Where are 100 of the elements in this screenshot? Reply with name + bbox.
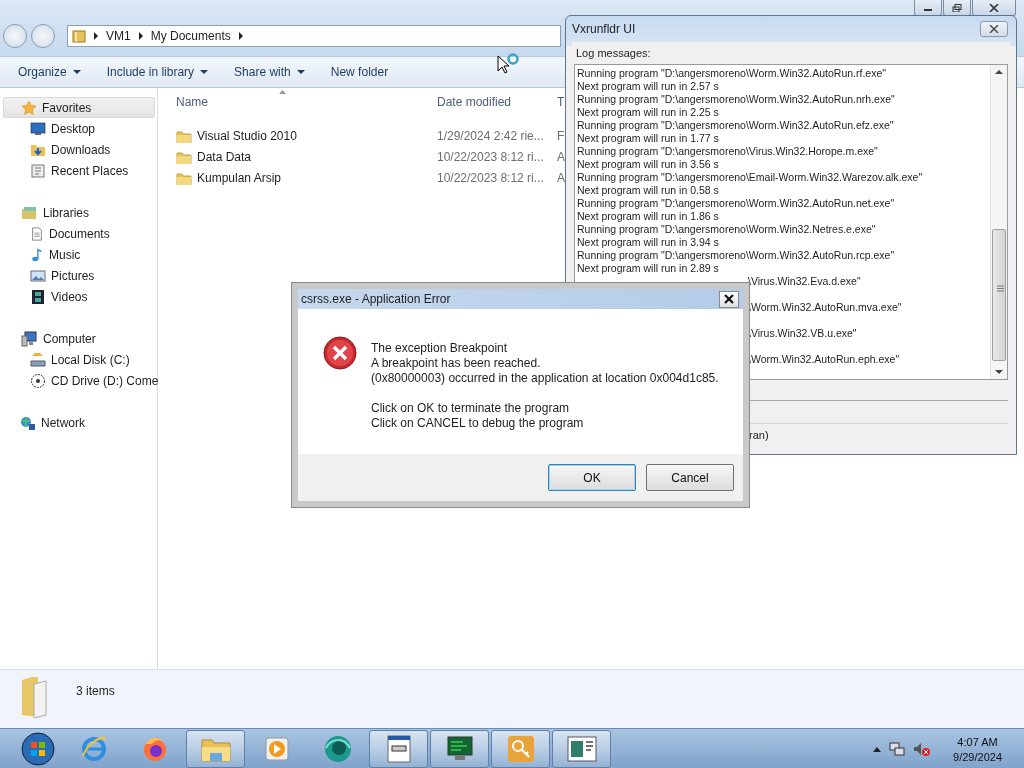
sidebar-item[interactable]: Music: [3, 244, 157, 265]
file-name: Visual Studio 2010: [197, 128, 297, 143]
sidebar-item[interactable]: Local Disk (C:): [3, 349, 157, 370]
breadcrumb[interactable]: My Documents: [150, 29, 231, 43]
toolbar-button[interactable]: New folder: [320, 61, 399, 83]
log-line: \Worm.Win32.AutoRun.mva.exe": [747, 301, 903, 314]
folder-icon: [176, 128, 192, 143]
date-cell: 10/22/2023 8:12 ri...: [437, 170, 544, 185]
log-line: Running program "D:\angersmoreno\Worm.Win32.AutoRun.efz.exe": [577, 119, 895, 132]
address-bar[interactable]: VM1 My Documents: [67, 25, 561, 47]
taskbar-button[interactable]: [430, 730, 489, 768]
table-cell: A: [557, 170, 565, 185]
recent-places-icon: [30, 162, 46, 179]
start-orb-icon: [20, 731, 56, 767]
date-cell: 1/29/2024 2:42 rie...: [437, 128, 544, 143]
close-icon: [724, 294, 734, 304]
restore-icon: [952, 3, 962, 12]
maximize-button[interactable]: [943, 0, 971, 16]
sidebar-item[interactable]: Recent Places: [3, 160, 157, 181]
log-line: \Worm.Win32.AutoRun.eph.exe": [747, 353, 901, 366]
sidebar-item[interactable]: Desktop: [3, 118, 157, 139]
sidebar-item[interactable]: Documents: [3, 223, 157, 244]
log-line: Running program "D:\angersmoreno\Worm.Win32.AutoRun.nrh.exe": [577, 93, 896, 106]
scrollbar[interactable]: [990, 65, 1007, 379]
taskbar-button[interactable]: [552, 730, 611, 768]
instructions: Click on OK to terminate the program Click on CANCEL to debug the program: [371, 401, 585, 431]
key-icon: [506, 735, 535, 763]
error-icon: [323, 336, 357, 370]
dialog-button[interactable]: OK: [548, 464, 636, 491]
sidebar-item[interactable]: Pictures: [3, 265, 157, 286]
column-header[interactable]: T: [557, 95, 565, 109]
sidebar-item[interactable]: Videos: [3, 286, 157, 307]
chevron-up-icon: [873, 746, 882, 752]
toolbar-button[interactable]: Share with: [224, 61, 315, 83]
toolbar-button[interactable]: Organize: [8, 61, 91, 83]
minimize-button[interactable]: [914, 0, 942, 16]
log-line: Running program "D:\angersmoreno\Worm.Win32.AutoRun.rcp.exe": [577, 249, 896, 262]
log-line: Running program "D:\angersmoreno\Virus.Win32.Horope.m.exe": [577, 145, 879, 158]
folder-icon: [176, 170, 192, 185]
computer-icon: [20, 330, 38, 347]
column-header[interactable]: Name: [176, 95, 208, 109]
disc-icon: [30, 372, 46, 389]
close-button[interactable]: [980, 21, 1008, 37]
picture-icon: [30, 267, 46, 284]
sidebar-item[interactable]: Network: [3, 412, 157, 433]
table-cell: A: [557, 149, 565, 164]
dialog-title: csrss.exe - Application Error: [301, 292, 451, 306]
log-line: Running program "D:\angersmoreno\Worm.Win32.AutoRun.rf.exe": [577, 67, 887, 80]
close-button[interactable]: [972, 0, 1016, 16]
grip-icon: [997, 285, 1004, 292]
back-button[interactable]: [3, 24, 27, 48]
breadcrumb[interactable]: VM1: [106, 29, 131, 43]
sidebar-item[interactable]: Downloads: [3, 139, 157, 160]
close-button[interactable]: [719, 290, 739, 308]
document-window-icon: [385, 735, 412, 763]
forward-button[interactable]: [31, 24, 55, 48]
monitor-icon: [30, 120, 46, 137]
log-line: Next program will run in 0.58 s: [577, 184, 720, 197]
log-line: Next program will run in 3.56 s: [577, 158, 720, 171]
status-text: ran): [749, 429, 769, 441]
clock-time[interactable]: 4:07 AM: [957, 735, 998, 748]
window-title: Vxrunfldr UI: [572, 22, 636, 36]
table-cell: F: [557, 128, 565, 143]
sidebar-item[interactable]: Libraries: [3, 202, 157, 223]
toolbar-button[interactable]: Include in library: [96, 61, 219, 83]
taskbar-button[interactable]: [186, 730, 245, 768]
library-icon: [20, 204, 38, 221]
taskbar-button[interactable]: [369, 730, 428, 768]
file-name: Kumpulan Arsip: [197, 170, 282, 185]
taskbar-button[interactable]: [491, 730, 550, 768]
date-cell: 10/22/2023 8:12 ri...: [437, 149, 544, 164]
log-line: Next program will run in 1.77 s: [577, 132, 720, 145]
sidebar-item[interactable]: Favorites: [3, 97, 155, 118]
log-line: Running program "D:\angersmoreno\Worm.Win32.Netres.e.exe": [577, 223, 877, 236]
folder-icon: [20, 676, 50, 720]
file-name: Data Data: [197, 149, 252, 164]
folder-icon: [72, 29, 86, 43]
dialog-button[interactable]: Cancel: [646, 464, 734, 491]
document-icon: [30, 225, 44, 242]
sidebar-item[interactable]: CD Drive (D:) Come: [3, 370, 157, 391]
network-icon: [889, 741, 906, 757]
clock-date[interactable]: 9/29/2024: [953, 750, 1002, 763]
log-line: Next program will run in 2.25 s: [577, 106, 720, 119]
log-line: Running program "D:\angersmoreno\Email-Worm.Win32.Warezov.alk.exe": [577, 171, 924, 184]
close-icon: [989, 25, 999, 33]
error-message: The exception Breakpoint A breakpoint has been reached. (0x80000003) occurred in the application at location 0x004d1c85.: [371, 341, 719, 386]
terminal-monitor-icon: [444, 735, 475, 763]
log-line: Next program will run in 3.94 s: [577, 236, 720, 249]
log-label: Log messages:: [575, 46, 652, 61]
column-header[interactable]: Date modified: [437, 95, 512, 109]
log-line: \Virus.Win32.VB.u.exe": [747, 327, 858, 340]
film-icon: [30, 288, 46, 305]
star-icon: [21, 99, 37, 116]
sidebar-item[interactable]: Computer: [3, 328, 157, 349]
network-icon: [20, 414, 36, 431]
window-panel-icon: [566, 736, 597, 762]
sort-caret-icon: [279, 90, 286, 94]
drive-icon: [30, 351, 46, 368]
log-line: Next program will run in 1.86 s: [577, 210, 720, 223]
close-icon: [989, 3, 999, 12]
